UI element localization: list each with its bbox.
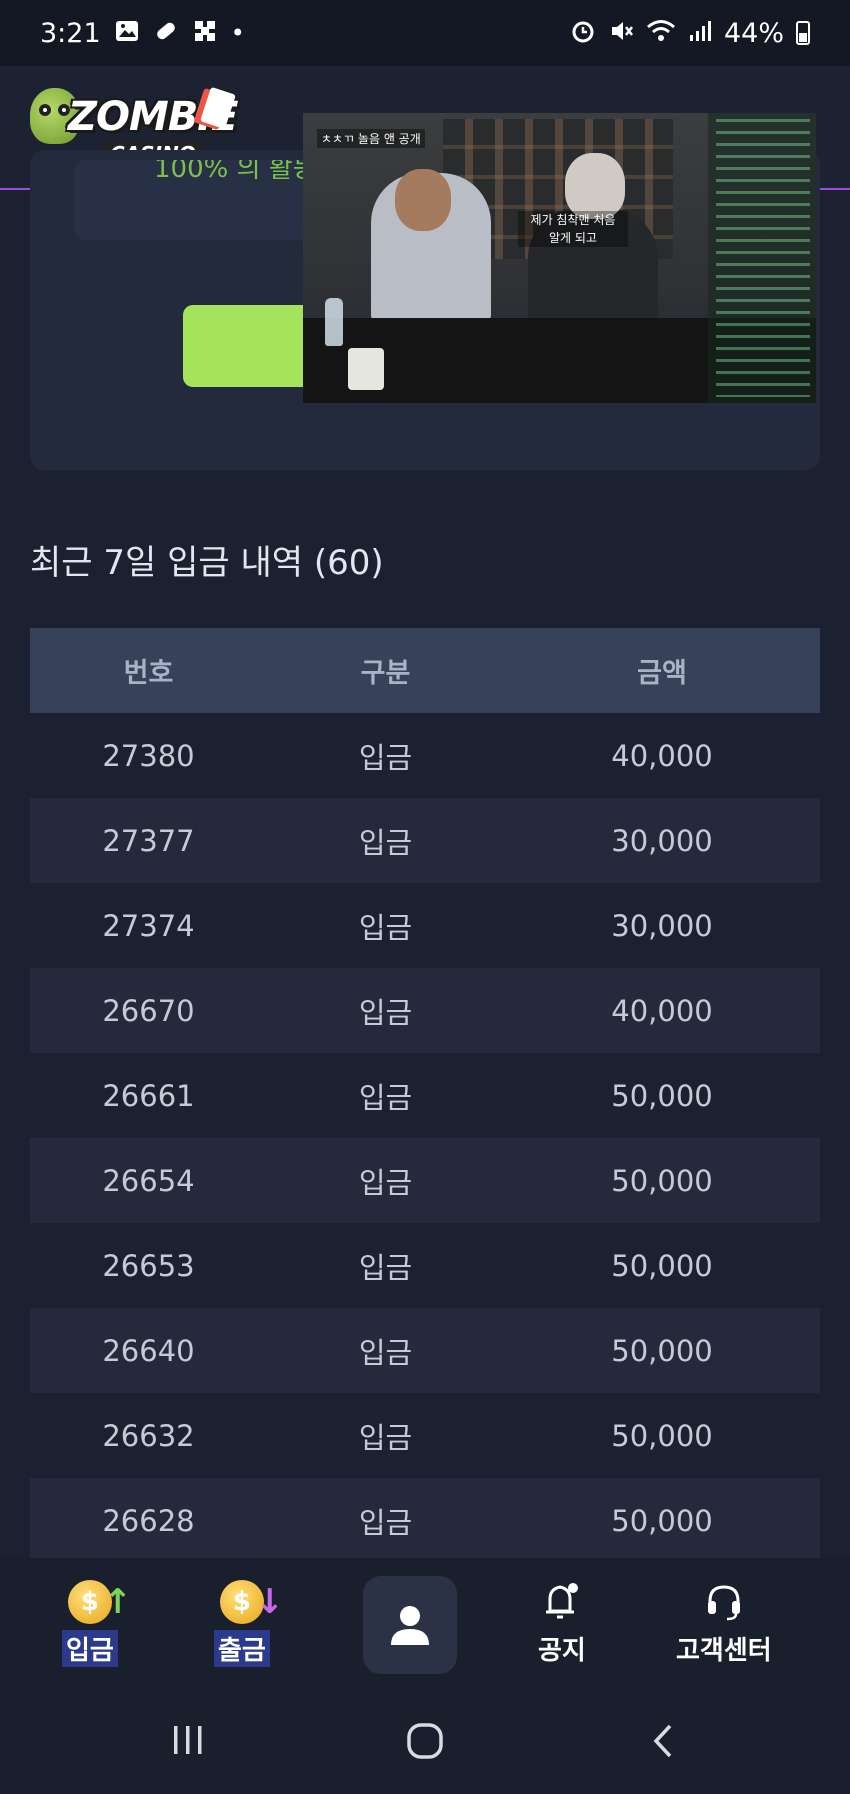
row-number: 26653 — [102, 1248, 195, 1283]
dice-icon — [193, 19, 217, 47]
row-amount: 30,000 — [611, 823, 713, 858]
video-person-left-head — [395, 169, 451, 231]
row-number: 27380 — [102, 738, 195, 773]
row-type: 입금 — [358, 825, 413, 860]
pill-icon — [153, 18, 179, 48]
table-row: 26670 입금 40,000 — [30, 968, 820, 1053]
column-header-number: 번호 — [123, 658, 174, 689]
table-row: 27374 입금 30,000 — [30, 883, 820, 968]
row-amount: 50,000 — [611, 1503, 713, 1538]
row-type: 입금 — [358, 1250, 413, 1285]
row-number: 26661 — [102, 1078, 195, 1113]
table-row: 27380 입금 40,000 — [30, 713, 820, 798]
video-caption: 제가 침착맨 처음 알게 되고 — [518, 211, 628, 247]
row-number: 26654 — [102, 1163, 195, 1198]
nav-notice[interactable]: 공지 — [538, 1580, 586, 1667]
row-type: 입금 — [358, 1420, 413, 1455]
dot-icon: • — [230, 19, 245, 47]
video-tag: ㅊㅊㄲ 놀음 앤 공개 — [317, 129, 425, 148]
row-amount: 30,000 — [611, 908, 713, 943]
row-number: 26670 — [102, 993, 195, 1028]
nav-support[interactable]: 고객센터 — [676, 1580, 772, 1667]
bonus-percent-text: 100% 의 활동 — [154, 160, 317, 184]
bottom-nav: $ ↑ 입금 $ ↓ 출금 공지 고객센터 — [0, 1558, 850, 1690]
table-row: 26653 입금 50,000 — [30, 1223, 820, 1308]
nav-withdraw[interactable]: $ ↓ 출금 — [214, 1580, 284, 1667]
video-cup — [348, 348, 384, 390]
bell-icon — [540, 1580, 584, 1624]
wifi-icon — [646, 18, 676, 48]
table-row: 26632 입금 50,000 — [30, 1393, 820, 1478]
arrow-down-icon: ↓ — [255, 1582, 284, 1622]
video-caption-line2: 알게 되고 — [549, 231, 597, 245]
battery-percent: 44% — [723, 17, 784, 49]
row-number: 26628 — [102, 1503, 195, 1538]
video-caption-line1: 제가 침착맨 처음 — [530, 213, 616, 227]
nav-deposit[interactable]: $ ↑ 입금 — [62, 1580, 132, 1667]
row-number: 27377 — [102, 823, 195, 858]
signal-icon — [688, 19, 712, 47]
nav-deposit-label: 입금 — [62, 1630, 118, 1667]
video-chat-overlay — [708, 113, 816, 403]
battery-icon — [796, 21, 810, 45]
column-header-type: 구분 — [360, 658, 411, 689]
floating-video-player[interactable]: ㅊㅊㄲ 놀음 앤 공개 제가 침착맨 처음 알게 되고 — [303, 113, 816, 403]
recent-apps-icon[interactable] — [170, 1722, 206, 1762]
user-icon — [391, 1606, 429, 1645]
deposit-coin-icon: $ ↑ — [67, 1580, 132, 1624]
status-bar: 3:21 • 44% — [0, 0, 850, 66]
deposit-history-title: 최근 7일 입금 내역 (60) — [30, 543, 384, 583]
row-type: 입금 — [358, 740, 413, 775]
row-amount: 40,000 — [611, 993, 713, 1028]
nav-notice-label: 공지 — [538, 1636, 586, 1666]
row-amount: 40,000 — [611, 738, 713, 773]
row-number: 26640 — [102, 1333, 195, 1368]
withdraw-coin-icon: $ ↓ — [219, 1580, 284, 1624]
system-nav-bar — [0, 1690, 850, 1794]
back-icon[interactable] — [650, 1722, 676, 1764]
gallery-icon — [115, 20, 139, 46]
deposit-history-table: 번호 구분 금액 27380 입금 40,000 27377 입금 30,000… — [30, 628, 820, 1563]
video-person-right-head — [565, 153, 625, 219]
row-amount: 50,000 — [611, 1078, 713, 1113]
row-amount: 50,000 — [611, 1333, 713, 1368]
row-amount: 50,000 — [611, 1248, 713, 1283]
table-row: 26640 입금 50,000 — [30, 1308, 820, 1393]
headset-icon — [702, 1580, 746, 1624]
nav-support-label: 고객센터 — [676, 1636, 772, 1666]
row-amount: 50,000 — [611, 1418, 713, 1453]
table-row: 27377 입금 30,000 — [30, 798, 820, 883]
profile-button[interactable] — [363, 1576, 457, 1674]
mute-icon — [608, 18, 634, 48]
table-row: 26628 입금 50,000 — [30, 1478, 820, 1563]
status-time: 3:21 — [40, 17, 101, 49]
home-icon[interactable] — [406, 1722, 444, 1764]
arrow-up-icon: ↑ — [103, 1582, 132, 1622]
table-row: 26661 입금 50,000 — [30, 1053, 820, 1138]
row-amount: 50,000 — [611, 1163, 713, 1198]
row-type: 입금 — [358, 910, 413, 945]
alarm-icon — [570, 18, 596, 48]
row-type: 입금 — [358, 1080, 413, 1115]
video-bottle — [325, 298, 343, 346]
row-type: 입금 — [358, 995, 413, 1030]
row-type: 입금 — [358, 1165, 413, 1200]
row-number: 27374 — [102, 908, 195, 943]
row-type: 입금 — [358, 1505, 413, 1540]
row-type: 입금 — [358, 1335, 413, 1370]
table-row: 26654 입금 50,000 — [30, 1138, 820, 1223]
table-header: 번호 구분 금액 — [30, 628, 820, 713]
row-number: 26632 — [102, 1418, 195, 1453]
nav-withdraw-label: 출금 — [214, 1630, 270, 1667]
column-header-amount: 금액 — [637, 658, 687, 689]
